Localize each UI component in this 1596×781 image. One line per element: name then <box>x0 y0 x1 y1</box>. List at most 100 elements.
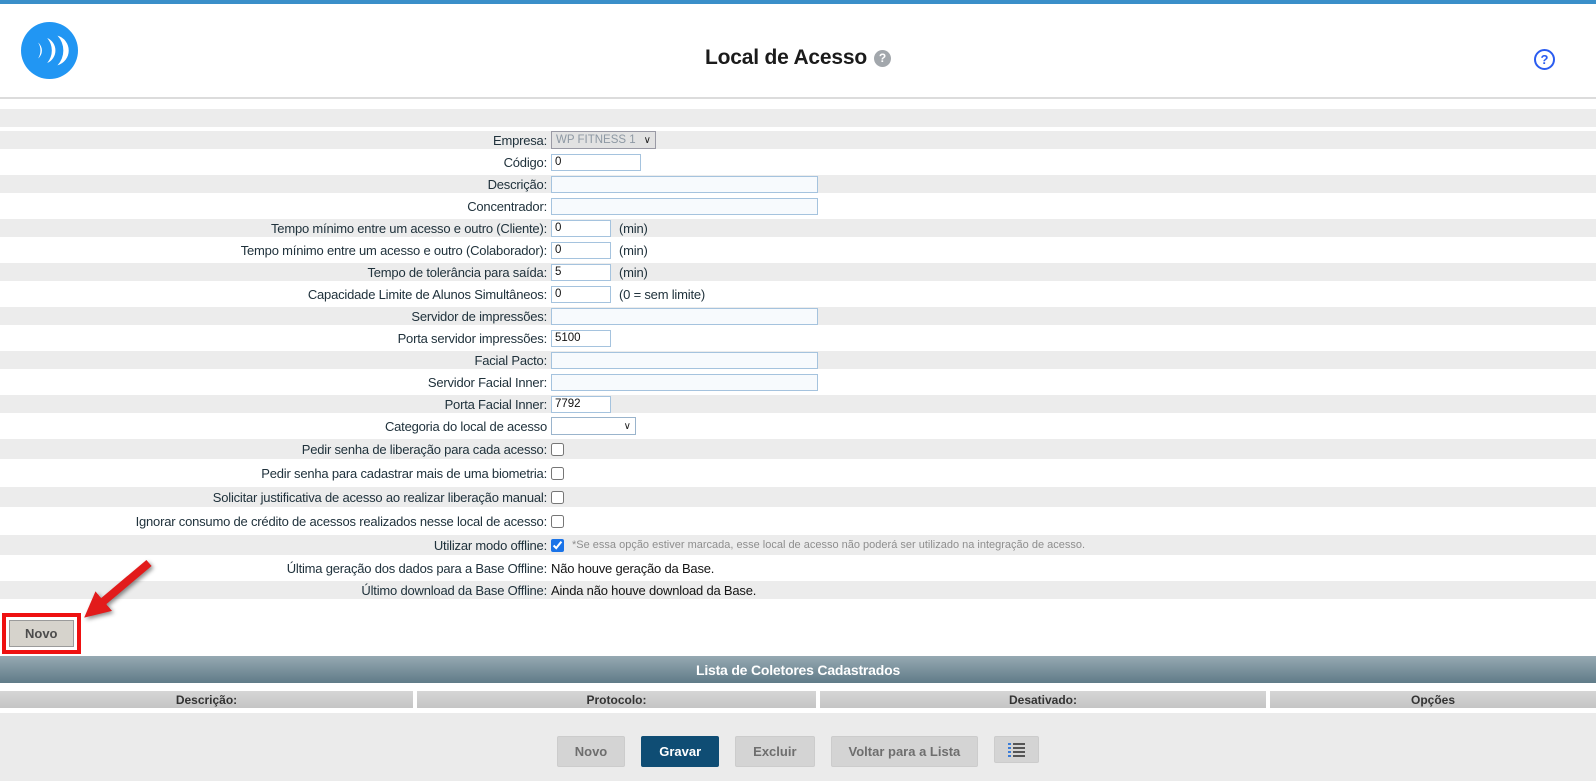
field-control <box>547 467 564 480</box>
novo-button-highlighted[interactable]: Novo <box>9 620 74 647</box>
capacidade-limite-de-alunos-simultaneos-input[interactable] <box>551 286 611 303</box>
field-label: Concentrador: <box>0 199 547 214</box>
field-label: Último download da Base Offline: <box>0 583 547 598</box>
field-label: Código: <box>0 155 547 170</box>
facial-pacto-input[interactable] <box>551 352 818 369</box>
form-row-capacidade-limite-de-alunos-simultaneos: Capacidade Limite de Alunos Simultâneos:… <box>0 285 1596 303</box>
porta-facial-inner-input[interactable] <box>551 396 611 413</box>
field-label: Porta servidor impressões: <box>0 331 547 346</box>
form-row-solicitar-justificativa-de-acesso-ao-realizar-liberacao-manual: Solicitar justificativa de acesso ao rea… <box>0 487 1596 507</box>
field-control: WP FITNESS 1 ∨ <box>547 131 656 149</box>
field-label: Facial Pacto: <box>0 353 547 368</box>
field-control <box>547 176 818 193</box>
field-label: Solicitar justificativa de acesso ao rea… <box>0 490 547 505</box>
form-row-empresa: Empresa: WP FITNESS 1 ∨ <box>0 131 1596 149</box>
codigo-input[interactable] <box>551 154 641 171</box>
form-row-servidor-de-impressoes: Servidor de impressões: <box>0 307 1596 325</box>
column-header-protocolo: Protocolo: <box>417 691 816 708</box>
field-control: Ainda não houve download da Base. <box>547 583 756 598</box>
title-help-icon[interactable]: ? <box>874 50 891 67</box>
servidor-facial-inner-input[interactable] <box>551 374 818 391</box>
field-label: Descrição: <box>0 177 547 192</box>
field-label: Tempo mínimo entre um acesso e outro (Cl… <box>0 221 547 236</box>
access-location-form: Empresa: WP FITNESS 1 ∨ Código: Descrição: Co… <box>0 99 1596 656</box>
field-label: Porta Facial Inner: <box>0 397 547 412</box>
utilizar-modo-offline-checkbox[interactable] <box>551 539 564 552</box>
form-row-pedir-senha-de-liberacao-para-cada-acesso: Pedir senha de liberação para cada acess… <box>0 439 1596 459</box>
form-row-ultimo-download-da-base-offline: Último download da Base Offline: Ainda nã… <box>0 581 1596 599</box>
collectors-list-title: Lista de Coletores Cadastrados <box>696 662 900 678</box>
field-control <box>547 198 818 215</box>
form-row-ignorar-consumo-de-credito-de-acessos-realizados-nesse-local-de-acesso: Ignorar consumo de crédito de acessos re… <box>0 511 1596 531</box>
ultimo-download-da-base-offline-value: Ainda não houve download da Base. <box>551 583 756 598</box>
field-label: Pedir senha de liberação para cada acess… <box>0 442 547 457</box>
categoria-do-local-de-acesso-select[interactable]: ∨ <box>551 417 636 435</box>
form-rows: Empresa: WP FITNESS 1 ∨ Código: Descrição: Co… <box>0 131 1596 599</box>
column-header-desativado: Desativado: <box>820 691 1266 708</box>
pedir-senha-para-cadastrar-mais-de-uma-biometria-checkbox[interactable] <box>551 467 564 480</box>
novo-button[interactable]: Novo <box>557 736 626 767</box>
form-row-codigo: Código: <box>0 153 1596 171</box>
tempo-minimo-entre-um-acesso-e-outro-cliente-input[interactable] <box>551 220 611 237</box>
field-control <box>547 443 564 456</box>
tempo-minimo-entre-um-acesso-e-outro-colaborador-input[interactable] <box>551 242 611 259</box>
voltar-para-a-lista-button[interactable]: Voltar para a Lista <box>831 736 979 767</box>
column-header-opcoes: Opções <box>1270 691 1596 708</box>
selected-value: WP FITNESS 1 <box>556 134 636 146</box>
field-label: Tempo mínimo entre um acesso e outro (Co… <box>0 243 547 258</box>
chevron-down-icon: ∨ <box>644 135 651 146</box>
form-row-servidor-facial-inner: Servidor Facial Inner: <box>0 373 1596 391</box>
servidor-de-impressoes-input[interactable] <box>551 308 818 325</box>
concentrador-input[interactable] <box>551 198 818 215</box>
field-control <box>547 515 564 528</box>
field-suffix: (min) <box>619 221 648 236</box>
ignorar-consumo-de-credito-de-acessos-realizados-nesse-local-de-acesso-checkbox[interactable] <box>551 515 564 528</box>
column-header-descricao: Descrição: <box>0 691 413 708</box>
footer-toolbar: Novo Gravar Excluir Voltar para a Lista <box>0 713 1596 781</box>
corner-help-icon[interactable]: ? <box>1534 49 1555 70</box>
field-control <box>547 308 818 325</box>
form-row-tempo-minimo-entre-um-acesso-e-outro-cliente: Tempo mínimo entre um acesso e outro (Cl… <box>0 219 1596 237</box>
field-label: Ignorar consumo de crédito de acessos re… <box>0 514 547 529</box>
descricao-input[interactable] <box>551 176 818 193</box>
list-icon <box>1008 742 1025 757</box>
ultima-geracao-dos-dados-para-a-base-offline-value: Não houve geração da Base. <box>551 561 714 576</box>
field-control: (min) <box>547 264 648 281</box>
field-label: Empresa: <box>0 133 547 148</box>
pedir-senha-de-liberacao-para-cada-acesso-checkbox[interactable] <box>551 443 564 456</box>
field-control <box>547 352 818 369</box>
tempo-de-tolerancia-para-saida-input[interactable] <box>551 264 611 281</box>
excluir-button[interactable]: Excluir <box>735 736 814 767</box>
novo-annotation-area: Novo <box>0 603 1596 656</box>
field-control: ∨ <box>547 417 636 435</box>
porta-servidor-impressoes-input[interactable] <box>551 330 611 347</box>
field-label: Categoria do local de acesso <box>0 419 547 434</box>
page-header: Local de Acesso? ? <box>0 4 1596 97</box>
field-control <box>547 374 818 391</box>
solicitar-justificativa-de-acesso-ao-realizar-liberacao-manual-checkbox[interactable] <box>551 491 564 504</box>
field-label: Capacidade Limite de Alunos Simultâneos: <box>0 287 547 302</box>
field-control: Não houve geração da Base. <box>547 561 714 576</box>
collectors-table-header: Descrição: Protocolo: Desativado: Opções <box>0 691 1596 708</box>
field-control: (min) <box>547 242 648 259</box>
page-title: Local de Acesso <box>705 46 867 69</box>
empty-stripe-row <box>0 109 1596 127</box>
field-control: (min) <box>547 220 648 237</box>
field-control <box>547 396 611 413</box>
field-label: Última geração dos dados para a Base Off… <box>0 561 547 576</box>
form-row-concentrador: Concentrador: <box>0 197 1596 215</box>
form-row-porta-facial-inner: Porta Facial Inner: <box>0 395 1596 413</box>
field-control <box>547 330 611 347</box>
form-row-descricao: Descrição: <box>0 175 1596 193</box>
empresa-select: WP FITNESS 1 ∨ <box>551 131 656 149</box>
list-icon-button[interactable] <box>994 736 1039 763</box>
field-suffix: (min) <box>619 243 648 258</box>
field-label: Pedir senha para cadastrar mais de uma b… <box>0 466 547 481</box>
field-control <box>547 491 564 504</box>
field-label: Servidor de impressões: <box>0 309 547 324</box>
form-row-porta-servidor-impressoes: Porta servidor impressões: <box>0 329 1596 347</box>
field-label: Utilizar modo offline: <box>0 538 547 553</box>
chevron-down-icon: ∨ <box>624 421 631 432</box>
field-control: *Se essa opção estiver marcada, esse loc… <box>547 539 1085 552</box>
gravar-button[interactable]: Gravar <box>641 736 719 767</box>
